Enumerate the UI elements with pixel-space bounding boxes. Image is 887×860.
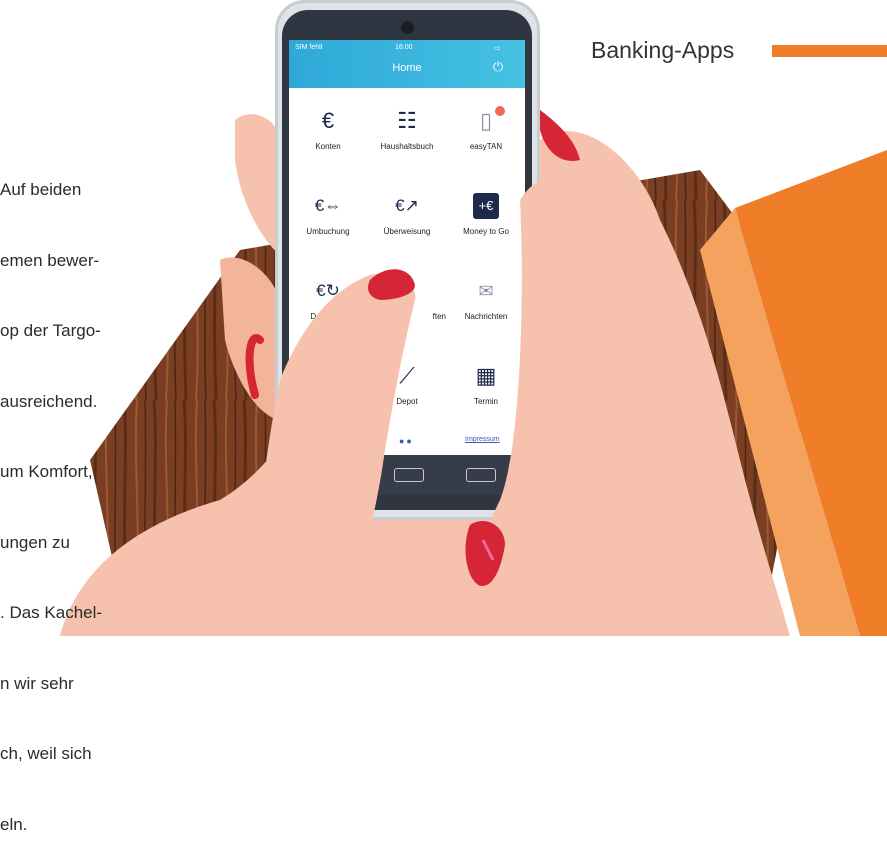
article-line: um Komfort, bbox=[0, 462, 93, 481]
article-text: Auf beiden emen bewer- op der Targo- aus… bbox=[0, 131, 200, 860]
tile-hidden-2[interactable] bbox=[289, 343, 367, 423]
tile-label: Nachrichten bbox=[464, 312, 508, 321]
tile-label: Haushaltsbuch bbox=[380, 142, 434, 151]
tile-termin[interactable]: ▦ Termin bbox=[447, 343, 525, 423]
tan-device-icon: ▯ bbox=[479, 108, 493, 133]
euro-transfer-icon: €⇔ bbox=[314, 196, 342, 215]
article-line: ungen zu bbox=[0, 532, 70, 552]
tile-label: Depot bbox=[396, 397, 418, 406]
tile-umbuchung[interactable]: €⇔ Umbuchung bbox=[289, 173, 367, 253]
tile-nachrichten[interactable]: ✉ Nachrichten bbox=[447, 258, 525, 338]
phone-screen: SIM fehlt 16:00 ▭ Home ⏻ € Konten ☷ Haus… bbox=[289, 40, 525, 455]
checklist-icon: ☷ bbox=[397, 108, 417, 133]
tile-dauerauftraege[interactable]: €↻ Dauerauft bbox=[289, 258, 367, 338]
notification-badge bbox=[495, 106, 505, 116]
nav-recent-button[interactable] bbox=[466, 468, 496, 482]
app-title: Home bbox=[392, 62, 422, 74]
status-carrier: SIM fehlt bbox=[295, 44, 323, 51]
article-line: ausreichend. bbox=[0, 391, 98, 411]
tile-label: Dauerauft bbox=[310, 312, 346, 321]
article-line: emen bewer- bbox=[0, 250, 100, 270]
article-line: ch, weil sich bbox=[0, 744, 92, 763]
tile-hidden[interactable]: ften bbox=[368, 258, 446, 338]
money-to-go-icon: +€ bbox=[473, 193, 499, 219]
impressum-link[interactable]: Impressum bbox=[465, 436, 500, 443]
article-line: . Das Kachel- bbox=[0, 603, 103, 622]
euro-recurring-icon: €↻ bbox=[316, 281, 340, 300]
hidden-tile-icon bbox=[289, 363, 367, 389]
euro-icon: € bbox=[321, 108, 335, 133]
euro-send-icon: €↗ bbox=[395, 196, 419, 215]
tile-easytan[interactable]: ▯ easyTAN bbox=[447, 88, 525, 168]
tile-label: Umbuchung bbox=[306, 227, 350, 236]
power-icon[interactable]: ⏻ bbox=[493, 59, 503, 75]
section-label: Banking-Apps bbox=[591, 37, 735, 63]
nav-back-button[interactable] bbox=[394, 468, 424, 482]
tile-label: Termin bbox=[473, 397, 498, 406]
hidden-tile-icon bbox=[368, 278, 446, 304]
section-accent-bar bbox=[772, 45, 887, 57]
tile-depot[interactable]: ⟋ Depot bbox=[368, 343, 446, 423]
tile-money-to-go[interactable]: +€ Money to Go bbox=[447, 173, 525, 253]
tile-label: Money to Go bbox=[463, 227, 509, 236]
tile-konten[interactable]: € Konten bbox=[289, 88, 367, 168]
tile-label: Überweisung bbox=[383, 227, 431, 236]
phone-navigation-bar bbox=[289, 455, 525, 495]
status-time: 16:00 bbox=[395, 44, 413, 51]
article-line: op der Targo- bbox=[0, 321, 101, 340]
tile-label: Konten bbox=[315, 142, 341, 151]
chart-icon: ⟋ bbox=[399, 363, 415, 388]
article-line: Auf beiden bbox=[0, 180, 82, 199]
envelope-icon: ✉ bbox=[478, 281, 494, 301]
camera-icon bbox=[401, 21, 414, 34]
article-line: eln. bbox=[0, 814, 28, 834]
battery-icon: ▭ bbox=[494, 45, 501, 52]
page-indicator[interactable]: ●● bbox=[399, 436, 414, 446]
tile-label: ften bbox=[432, 312, 446, 321]
tile-haushaltsbuch[interactable]: ☷ Haushaltsbuch bbox=[368, 88, 446, 168]
article-line: n wir sehr bbox=[0, 673, 74, 693]
calendar-icon: ▦ bbox=[475, 363, 497, 388]
app-header: SIM fehlt 16:00 ▭ Home ⏻ bbox=[289, 40, 525, 88]
tile-label: easyTAN bbox=[469, 142, 503, 151]
tile-ueberweisung[interactable]: €↗ Überweisung bbox=[368, 173, 446, 253]
